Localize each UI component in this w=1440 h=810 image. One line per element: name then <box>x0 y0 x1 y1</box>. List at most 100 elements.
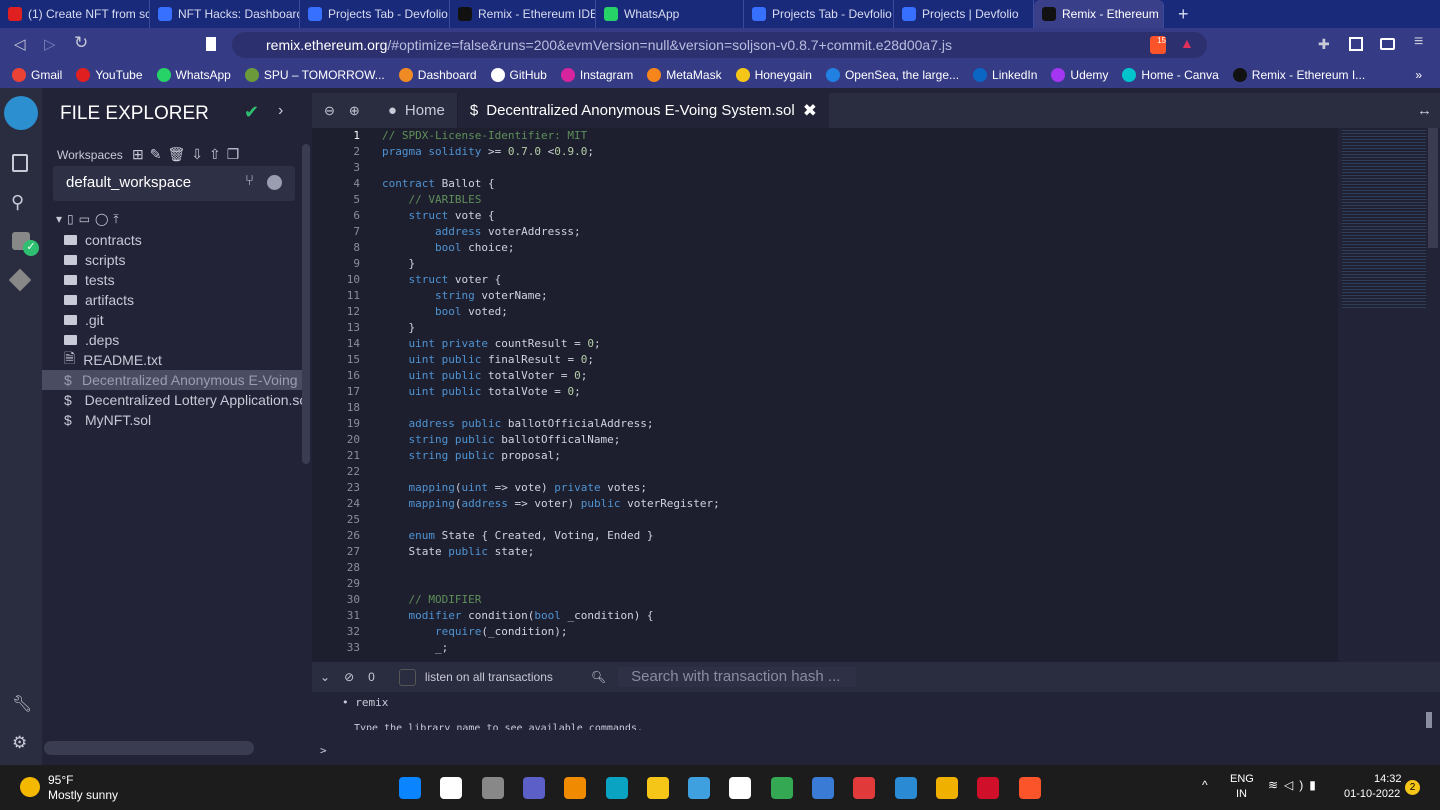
workspace-actions[interactable]: ⊞✎🗑︎⇩⇧❐ <box>132 146 245 163</box>
sidebar-scrollbar[interactable] <box>302 144 310 464</box>
brave-rewards-icon[interactable]: ▲ <box>1180 35 1194 51</box>
sidebar-icon[interactable] <box>1349 37 1363 51</box>
bookmark[interactable]: GitHub <box>490 68 547 82</box>
bookmark[interactable]: YouTube <box>76 68 143 82</box>
reload-icon[interactable]: ↻ <box>74 33 88 53</box>
taskbar-app-icon[interactable] <box>440 777 463 799</box>
collapse-icon[interactable]: ⌄ <box>320 670 330 684</box>
taskbar-app-icon[interactable] <box>935 777 958 799</box>
browser-tab[interactable]: (1) Create NFT from sc <box>0 0 150 28</box>
file-explorer-icon[interactable] <box>12 154 28 172</box>
tab-home[interactable]: ● Home <box>376 93 458 128</box>
tray-icons[interactable]: ≋◁)▮ <box>1268 778 1322 792</box>
file-tree-item[interactable]: tests <box>42 270 304 290</box>
terminal-scrollbar[interactable] <box>1426 712 1432 728</box>
editor-scrollbar[interactable] <box>1428 128 1438 248</box>
browser-tab[interactable]: Projects Tab - Devfolio <box>300 0 450 28</box>
taskbar-app-icon[interactable] <box>646 777 669 799</box>
close-icon[interactable]: ✖ <box>803 101 817 121</box>
browser-tab[interactable]: Projects | Devfolio <box>894 0 1034 28</box>
browser-tab[interactable]: Remix - Ethereum✕ <box>1034 0 1164 28</box>
tab-active-file[interactable]: $ Decentralized Anonymous E-Voing System.… <box>457 93 829 128</box>
bookmark-icon[interactable] <box>206 37 216 51</box>
bookmark[interactable]: Remix - Ethereum I... <box>1232 68 1365 82</box>
file-tree-item[interactable]: contracts <box>42 230 304 250</box>
tray-chevron-icon[interactable]: ^ <box>1202 778 1208 792</box>
plugin-manager-icon[interactable]: 🔧︎ <box>12 694 32 714</box>
forward-icon[interactable]: ▷ <box>44 35 56 53</box>
file-tree-item[interactable]: 🗎︎ README.txt <box>42 350 304 370</box>
file-actions[interactable]: ▾▯▭◯⤒ <box>56 212 124 227</box>
bookmark[interactable]: SPU – TOMORROW... <box>244 68 385 82</box>
file-tree-item[interactable]: artifacts <box>42 290 304 310</box>
brave-shield-icon[interactable]: 15 <box>1150 36 1166 54</box>
taskbar-app-icon[interactable] <box>729 777 752 799</box>
code-line: 1 // SPDX-License-Identifier: MIT <box>312 128 1338 144</box>
lang[interactable]: ENG <box>1230 773 1254 785</box>
bookmark[interactable]: LinkedIn <box>973 68 1037 82</box>
file-tree-item[interactable]: scripts <box>42 250 304 270</box>
bookmark[interactable]: WhatsApp <box>156 68 231 82</box>
bookmark[interactable]: Instagram <box>560 68 633 82</box>
line-text: struct voter { <box>360 272 502 288</box>
clock-date[interactable]: 01-10-2022 <box>1344 788 1400 800</box>
taskbar-app-icon[interactable] <box>977 777 1000 799</box>
bookmark[interactable]: Udemy <box>1051 68 1108 82</box>
bookmark[interactable]: MetaMask <box>647 68 722 82</box>
workspace-select[interactable]: default_workspace ⑂ <box>53 166 295 201</box>
zoom-out-icon[interactable]: ⊖ <box>324 103 335 119</box>
taskbar-app-icon[interactable] <box>688 777 711 799</box>
compiled-check-icon: ✓ <box>23 240 39 256</box>
file-tree-item[interactable]: .deps <box>42 330 304 350</box>
taskbar-app-icon[interactable] <box>853 777 876 799</box>
menu-icon[interactable]: ≡ <box>1414 33 1423 51</box>
settings-icon[interactable]: ⚙ <box>12 733 27 753</box>
terminal-prompt[interactable]: > <box>320 744 327 757</box>
browser-tab[interactable]: NFT Hacks: Dashboard <box>150 0 300 28</box>
clear-icon[interactable]: ⊘ <box>344 670 354 684</box>
notification-badge[interactable]: 2 <box>1405 780 1420 795</box>
url-input[interactable]: remix.ethereum.org/#optimize=false&runs=… <box>232 32 1207 58</box>
taskbar-app-icon[interactable] <box>1018 777 1041 799</box>
bookmark[interactable]: Honeygain <box>735 68 812 82</box>
code-token: ; <box>593 337 601 350</box>
browser-tab[interactable]: Remix - Ethereum IDE <box>450 0 596 28</box>
wallet-icon[interactable] <box>1380 38 1395 50</box>
bookmark[interactable]: Home - Canva <box>1122 68 1219 82</box>
browser-tab[interactable]: WhatsApp <box>596 0 744 28</box>
expand-icon[interactable]: ↔ <box>1417 102 1432 119</box>
taskbar-app-icon[interactable] <box>564 777 587 799</box>
search-icon[interactable]: ⚲ <box>11 192 24 213</box>
taskbar-app-icon[interactable] <box>770 777 793 799</box>
clock-time[interactable]: 14:32 <box>1374 773 1402 785</box>
file-tree-item[interactable]: $ MyNFT.sol <box>42 410 304 430</box>
taskbar-app-icon[interactable] <box>605 777 628 799</box>
file-tree-item[interactable]: .git <box>42 310 304 330</box>
bookmark[interactable]: OpenSea, the large... <box>825 68 959 82</box>
code-editor[interactable]: 1// SPDX-License-Identifier: MIT 2 pragma … <box>312 128 1338 662</box>
sidebar-h-scrollbar[interactable] <box>44 741 254 755</box>
zoom-in-icon[interactable]: ⊕ <box>349 103 360 119</box>
browser-tab[interactable]: Projects Tab - Devfolio <box>744 0 894 28</box>
taskbar-app-icon[interactable] <box>894 777 917 799</box>
taskbar-app-icon[interactable] <box>399 777 421 799</box>
tab-favicon <box>752 7 766 21</box>
taskbar-app-icon[interactable] <box>481 777 504 799</box>
file-tree-item[interactable]: $ Decentralized Anonymous E-Voing System.… <box>42 370 304 390</box>
minimap[interactable] <box>1342 128 1426 308</box>
taskbar-app-icon[interactable] <box>522 777 545 799</box>
back-icon[interactable]: ◁ <box>14 35 26 53</box>
tx-search-input[interactable]: Search with transaction hash ... <box>618 667 857 687</box>
git-branch-icon[interactable]: ⑂ <box>245 172 254 189</box>
more-bookmarks[interactable]: » <box>1415 68 1422 82</box>
region[interactable]: IN <box>1236 788 1247 800</box>
bookmark[interactable]: Gmail <box>12 68 62 82</box>
file-tree-item[interactable]: $ Decentralized Lottery Application.sol <box>42 390 304 410</box>
new-tab-icon[interactable]: + <box>1178 4 1189 25</box>
bookmark[interactable]: Dashboard <box>398 68 477 82</box>
extensions-icon[interactable]: ✚ <box>1318 36 1330 53</box>
listen-checkbox[interactable] <box>398 668 416 686</box>
chevron-right-icon[interactable]: › <box>278 102 283 120</box>
deploy-icon[interactable] <box>8 268 32 292</box>
taskbar-app-icon[interactable] <box>812 777 834 799</box>
